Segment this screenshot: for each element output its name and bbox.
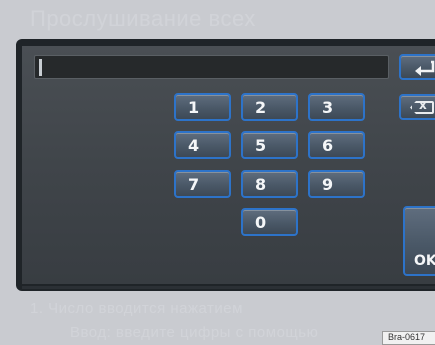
- key-4-label: 4: [188, 136, 200, 155]
- key-9-label: 9: [322, 175, 334, 194]
- key-1-button[interactable]: 1: [174, 93, 231, 121]
- key-2-button[interactable]: 2: [241, 93, 298, 121]
- text-cursor: [39, 59, 42, 76]
- key-8-label: 8: [255, 175, 267, 194]
- delete-button[interactable]: x: [399, 94, 435, 120]
- figure-reference-label: Bra-0617: [382, 331, 435, 345]
- key-9-button[interactable]: 9: [308, 170, 365, 198]
- keypad-screen: 1 2 3 4 5 6 7 8 9 0 x OK: [22, 46, 435, 284]
- key-1-label: 1: [188, 98, 200, 117]
- figure-reference-text: Bra-0617: [388, 332, 426, 342]
- key-4-button[interactable]: 4: [174, 131, 231, 159]
- key-3-button[interactable]: 3: [308, 93, 365, 121]
- key-6-button[interactable]: 6: [308, 131, 365, 159]
- screen-bottom-bezel: [22, 286, 435, 289]
- return-arrow-icon: [415, 60, 435, 76]
- key-0-button[interactable]: 0: [241, 208, 298, 236]
- number-entry-field[interactable]: [34, 55, 389, 79]
- key-2-label: 2: [255, 98, 267, 117]
- key-5-button[interactable]: 5: [241, 131, 298, 159]
- key-3-label: 3: [322, 98, 334, 117]
- faded-header-text: Прослушивание всех: [30, 6, 256, 31]
- key-7-label: 7: [188, 175, 200, 194]
- back-button[interactable]: [399, 54, 435, 80]
- ok-label: OK: [414, 253, 435, 269]
- key-7-button[interactable]: 7: [174, 170, 231, 198]
- ok-button[interactable]: OK: [403, 206, 435, 276]
- delete-label: x: [419, 98, 427, 112]
- faded-caption-line-2: Ввод: введите цифры с помощью: [70, 324, 319, 341]
- key-6-label: 6: [322, 136, 334, 155]
- faded-caption-line-1: 1. Число вводится нажатием: [30, 300, 243, 317]
- key-5-label: 5: [255, 136, 267, 155]
- key-8-button[interactable]: 8: [241, 170, 298, 198]
- key-0-label: 0: [255, 213, 267, 232]
